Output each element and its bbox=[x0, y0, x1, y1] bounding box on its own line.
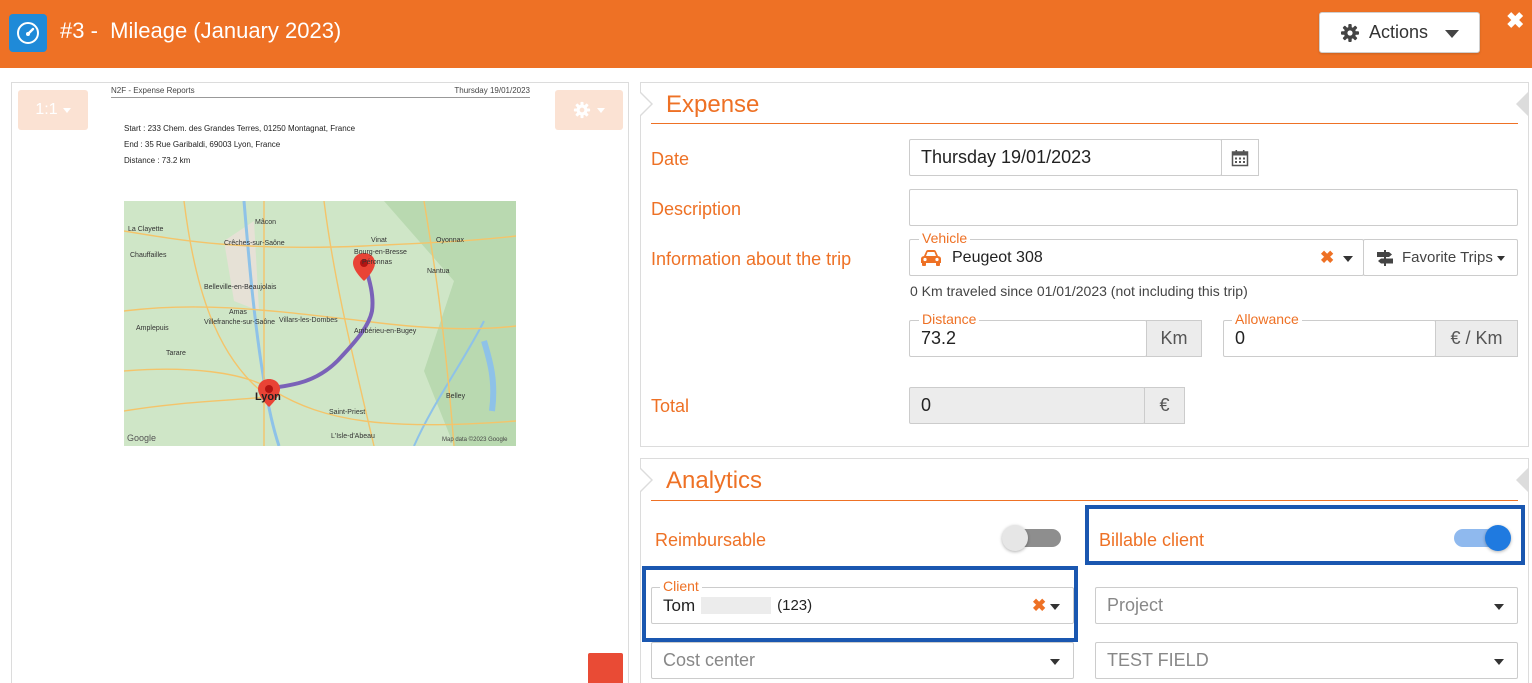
description-field[interactable] bbox=[909, 189, 1518, 226]
vehicle-value: Peugeot 308 bbox=[952, 248, 1043, 266]
chevron-down-icon bbox=[1445, 30, 1459, 38]
distance-label: Distance bbox=[919, 311, 980, 327]
highlight-box-client bbox=[642, 566, 1078, 642]
preview-settings-button[interactable] bbox=[555, 90, 623, 130]
trip-info-label: Information about the trip bbox=[651, 249, 852, 269]
section-notch bbox=[639, 91, 653, 117]
map-label: Belleville-en-Beaujolais bbox=[204, 284, 277, 291]
map-label: Chauffailles bbox=[130, 252, 167, 259]
total-field: 0 bbox=[909, 387, 1145, 424]
allowance-unit: € / Km bbox=[1435, 320, 1518, 357]
map-label: Tarare bbox=[166, 350, 186, 357]
actions-label: Actions bbox=[1369, 22, 1429, 42]
distance-unit: Km bbox=[1146, 320, 1202, 357]
trip-start: Start : 233 Chem. des Grandes Terres, 01… bbox=[124, 124, 356, 133]
allowance-label: Allowance bbox=[1232, 311, 1302, 327]
map-attribution: Map data ©2023 Google bbox=[442, 437, 508, 443]
map-label: Amas bbox=[229, 309, 247, 316]
receipt-preview: N2F - Expense Reports Thursday 19/01/202… bbox=[11, 82, 629, 683]
chevron-down-icon bbox=[1343, 256, 1353, 262]
close-icon[interactable]: ✖ bbox=[1506, 8, 1524, 34]
expense-title: Expense bbox=[666, 91, 760, 118]
clear-icon[interactable]: ✖ bbox=[1320, 248, 1334, 268]
map-label: Péronnas bbox=[362, 259, 392, 266]
map-label: Mâcon bbox=[255, 219, 277, 226]
map-label: Oyonnax bbox=[436, 237, 465, 244]
project-select[interactable]: Project bbox=[1095, 587, 1518, 624]
test-field-select[interactable]: TEST FIELD bbox=[1095, 642, 1518, 679]
map-label: Crêches-sur-Saône bbox=[224, 240, 285, 247]
trip-distance: Distance : 73.2 km bbox=[124, 156, 191, 165]
total-unit: € bbox=[1144, 387, 1185, 424]
route-map: Mâcon La Clayette Chauffailles Crêches-s… bbox=[124, 201, 516, 446]
speedometer-icon bbox=[9, 14, 47, 52]
vehicle-select[interactable]: Peugeot 308 ✖ bbox=[909, 239, 1364, 276]
map-label: Saint-Priest bbox=[329, 409, 366, 416]
description-label: Description bbox=[651, 199, 742, 219]
document-header: N2F - Expense Reports Thursday 19/01/202… bbox=[111, 86, 530, 98]
pdf-file-icon[interactable] bbox=[588, 653, 623, 683]
map-label: L'Isle-d'Abeau bbox=[331, 433, 375, 440]
signpost-icon bbox=[1377, 249, 1393, 266]
map-label: Villars-les-Dombes bbox=[279, 317, 338, 324]
calendar-icon bbox=[1231, 149, 1249, 166]
analytics-title: Analytics bbox=[666, 467, 763, 494]
km-traveled-hint: 0 Km traveled since 01/01/2023 (not incl… bbox=[910, 283, 1248, 299]
car-icon bbox=[921, 249, 941, 266]
cost-center-select[interactable]: Cost center bbox=[651, 642, 1074, 679]
map-label: Ambérieu-en-Bugey bbox=[354, 328, 417, 335]
chevron-down-icon bbox=[1494, 659, 1504, 665]
chevron-down-icon bbox=[1494, 604, 1504, 610]
map-label: Nantua bbox=[427, 268, 450, 275]
map-label: Villefranche-sur-Saône bbox=[204, 319, 276, 326]
section-notch bbox=[639, 467, 653, 493]
favorite-trips-button[interactable]: Favorite Trips bbox=[1363, 239, 1518, 276]
map-label: Lyon bbox=[255, 391, 281, 403]
gear-icon bbox=[573, 101, 591, 119]
cost-center-placeholder: Cost center bbox=[663, 650, 756, 670]
map-label: La Clayette bbox=[128, 226, 164, 233]
document-date: Thursday 19/01/2023 bbox=[454, 86, 530, 95]
section-notch bbox=[1516, 467, 1529, 493]
reimbursable-label: Reimbursable bbox=[655, 530, 767, 550]
trip-end: End : 35 Rue Garibaldi, 69003 Lyon, Fran… bbox=[124, 140, 281, 149]
highlight-box-billable bbox=[1085, 505, 1525, 565]
zoom-label: 1:1 bbox=[35, 101, 58, 118]
reimbursable-toggle[interactable] bbox=[1002, 525, 1061, 551]
date-label: Date bbox=[651, 149, 690, 169]
favorite-trips-label: Favorite Trips bbox=[1402, 249, 1493, 266]
date-field[interactable]: Thursday 19/01/2023 bbox=[909, 139, 1222, 176]
total-value: 0 bbox=[921, 395, 932, 415]
map-label: Vinat bbox=[371, 237, 387, 244]
actions-button[interactable]: Actions bbox=[1319, 12, 1480, 53]
chevron-down-icon bbox=[62, 107, 71, 113]
vehicle-label: Vehicle bbox=[919, 230, 971, 246]
date-value: Thursday 19/01/2023 bbox=[921, 147, 1092, 167]
toggle-knob bbox=[1002, 525, 1028, 551]
total-label: Total bbox=[651, 396, 690, 416]
chevron-down-icon bbox=[1497, 256, 1505, 261]
window-header: #3 - Mileage (January 2023) Actions ✖ bbox=[0, 0, 1532, 68]
gear-icon bbox=[1341, 23, 1359, 42]
map-label: Belley bbox=[446, 393, 466, 400]
zoom-button[interactable]: 1:1 bbox=[18, 90, 88, 130]
allowance-value: 0 bbox=[1235, 328, 1246, 348]
calendar-button[interactable] bbox=[1221, 139, 1259, 176]
document-app-name: N2F - Expense Reports bbox=[111, 86, 195, 95]
section-divider bbox=[651, 500, 1518, 501]
section-notch bbox=[1516, 91, 1529, 117]
test-field-placeholder: TEST FIELD bbox=[1107, 650, 1209, 670]
google-logo: Google bbox=[127, 433, 157, 443]
distance-value: 73.2 bbox=[921, 328, 957, 348]
section-divider bbox=[651, 123, 1518, 124]
map-label: Amplepuis bbox=[136, 325, 169, 332]
expense-section: Expense Date Thursday 19/01/2023 Descrip… bbox=[639, 82, 1529, 447]
chevron-down-icon bbox=[597, 107, 605, 113]
map-label: Bourg-en-Bresse bbox=[354, 249, 407, 256]
window-title: #3 - Mileage (January 2023) bbox=[60, 18, 342, 43]
project-placeholder: Project bbox=[1107, 595, 1164, 615]
chevron-down-icon bbox=[1050, 659, 1060, 665]
